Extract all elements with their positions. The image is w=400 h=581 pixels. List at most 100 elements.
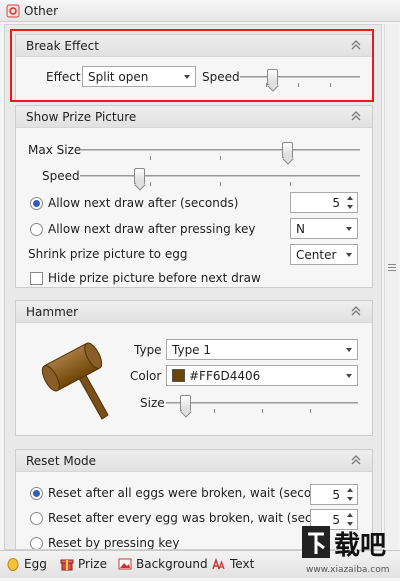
tab-label: Background — [136, 557, 208, 571]
prize-speed-slider[interactable] — [80, 168, 360, 190]
panel-header[interactable]: Show Prize Picture — [16, 106, 372, 128]
hammer-type-dropdown[interactable]: Type 1 — [166, 339, 358, 360]
panel-header[interactable]: Hammer — [16, 301, 372, 323]
chevron-down-icon — [346, 227, 352, 231]
key-value: N — [296, 222, 305, 236]
scrollbar-grip[interactable] — [388, 264, 396, 274]
speed-label: Speed — [42, 169, 80, 183]
max-size-slider[interactable] — [80, 142, 360, 164]
download-logo-icon: 载吧 www.xiazaiba.com — [302, 526, 390, 575]
tab-background[interactable]: Background — [118, 555, 208, 575]
chevron-down-icon — [346, 253, 352, 257]
hammer-color-picker[interactable]: #FF6D4406 — [166, 365, 358, 386]
svg-text:载吧: 载吧 — [334, 531, 386, 561]
color-value: #FF6D4406 — [189, 369, 261, 383]
panel-header[interactable]: Reset Mode — [16, 450, 372, 472]
slider-tick — [214, 409, 215, 413]
hammer-panel: Hammer Type Type 1 Color #FF6D4406 Size — [15, 300, 373, 436]
break-speed-slider[interactable] — [240, 69, 360, 91]
slider-thumb[interactable] — [180, 395, 191, 411]
reset-key-label[interactable]: Reset by pressing key — [48, 536, 179, 549]
effect-value: Split open — [88, 70, 149, 84]
allow-after-seconds-radio[interactable] — [30, 197, 43, 210]
slider-tick — [298, 83, 299, 87]
color-label: Color — [130, 369, 162, 383]
tab-label: Text — [230, 557, 255, 571]
stepper-up-icon[interactable] — [347, 513, 353, 517]
panel-title: Show Prize Picture — [26, 110, 137, 124]
shrink-dropdown[interactable]: Center — [290, 244, 358, 265]
vertical-scrollbar[interactable] — [384, 24, 398, 550]
chevron-down-icon — [346, 348, 352, 352]
window-title: Other — [24, 4, 59, 18]
settings-icon — [6, 4, 20, 18]
collapse-icon[interactable] — [350, 38, 362, 52]
shrink-label: Shrink prize picture to egg — [28, 247, 188, 261]
slider-track — [80, 175, 360, 177]
tab-egg[interactable]: Egg — [6, 555, 52, 575]
allow-after-seconds-label[interactable]: Allow next draw after (seconds) — [48, 196, 238, 210]
stepper-down-icon[interactable] — [347, 497, 353, 501]
slider-track — [240, 76, 360, 78]
slider-tick — [330, 83, 331, 87]
effect-dropdown[interactable]: Split open — [82, 66, 196, 87]
slider-tick — [150, 156, 151, 160]
hammer-preview-icon — [41, 342, 109, 420]
reset-all-broken-radio[interactable] — [30, 487, 43, 500]
stepper-up-icon[interactable] — [347, 196, 353, 200]
allow-after-key-label[interactable]: Allow next draw after pressing key — [48, 222, 256, 236]
slider-tick — [220, 182, 221, 186]
chevron-down-icon — [346, 374, 352, 378]
slider-tick — [290, 182, 291, 186]
slider-tick — [150, 182, 151, 186]
type-label: Type — [134, 343, 162, 357]
allow-after-key-radio[interactable] — [30, 223, 43, 236]
tab-label: Prize — [78, 557, 107, 571]
size-label: Size — [140, 396, 165, 410]
background-image-icon — [118, 558, 132, 570]
collapse-icon[interactable] — [350, 109, 362, 123]
stepper-down-icon[interactable] — [347, 205, 353, 209]
hammer-size-slider[interactable] — [166, 395, 358, 417]
svg-text:www.xiazaiba.com: www.xiazaiba.com — [306, 565, 390, 575]
slider-thumb[interactable] — [134, 168, 145, 184]
stepper-value: 5 — [332, 196, 340, 210]
hide-picture-label[interactable]: Hide prize picture before next draw — [48, 271, 261, 285]
panel-title: Break Effect — [26, 39, 99, 53]
tab-prize[interactable]: Prize — [60, 555, 110, 575]
collapse-icon[interactable] — [350, 304, 362, 318]
reset-key-radio[interactable] — [30, 537, 43, 549]
type-value: Type 1 — [172, 343, 212, 357]
slider-thumb[interactable] — [282, 142, 293, 158]
stepper-value: 5 — [332, 488, 340, 502]
seconds-stepper[interactable]: 5 — [290, 192, 358, 213]
max-size-label: Max Size — [28, 143, 82, 157]
slider-track — [166, 402, 358, 404]
prize-icon — [60, 559, 74, 571]
panel-header[interactable]: Break Effect — [16, 35, 372, 57]
key-dropdown[interactable]: N — [290, 218, 358, 239]
break-effect-panel: Break Effect Effect Split open Speed — [15, 34, 373, 101]
watermark-logo: 载吧 www.xiazaiba.com — [300, 520, 400, 578]
hide-picture-checkbox[interactable] — [30, 272, 43, 285]
stepper-up-icon[interactable] — [347, 488, 353, 492]
collapse-icon[interactable] — [350, 453, 362, 467]
color-swatch — [172, 369, 185, 382]
slider-tick — [262, 409, 263, 413]
prize-picture-panel: Show Prize Picture Max Size Speed Allow … — [15, 105, 373, 288]
tab-label: Egg — [24, 557, 47, 571]
effect-label: Effect — [46, 70, 81, 84]
settings-content: Break Effect Effect Split open Speed Sho… — [4, 24, 382, 550]
all-broken-stepper[interactable]: 5 — [310, 484, 358, 505]
panel-title: Reset Mode — [26, 454, 97, 468]
slider-thumb[interactable] — [267, 69, 278, 85]
tab-text[interactable]: Text — [212, 555, 260, 575]
panel-title: Hammer — [26, 305, 79, 319]
reset-all-broken-label[interactable]: Reset after all eggs were broken, wait (… — [48, 486, 337, 500]
slider-track — [80, 149, 360, 151]
slider-tick — [220, 156, 221, 160]
reset-every-broken-radio[interactable] — [30, 512, 43, 525]
egg-icon — [7, 558, 19, 571]
slider-tick — [310, 409, 311, 413]
text-icon — [212, 557, 225, 570]
